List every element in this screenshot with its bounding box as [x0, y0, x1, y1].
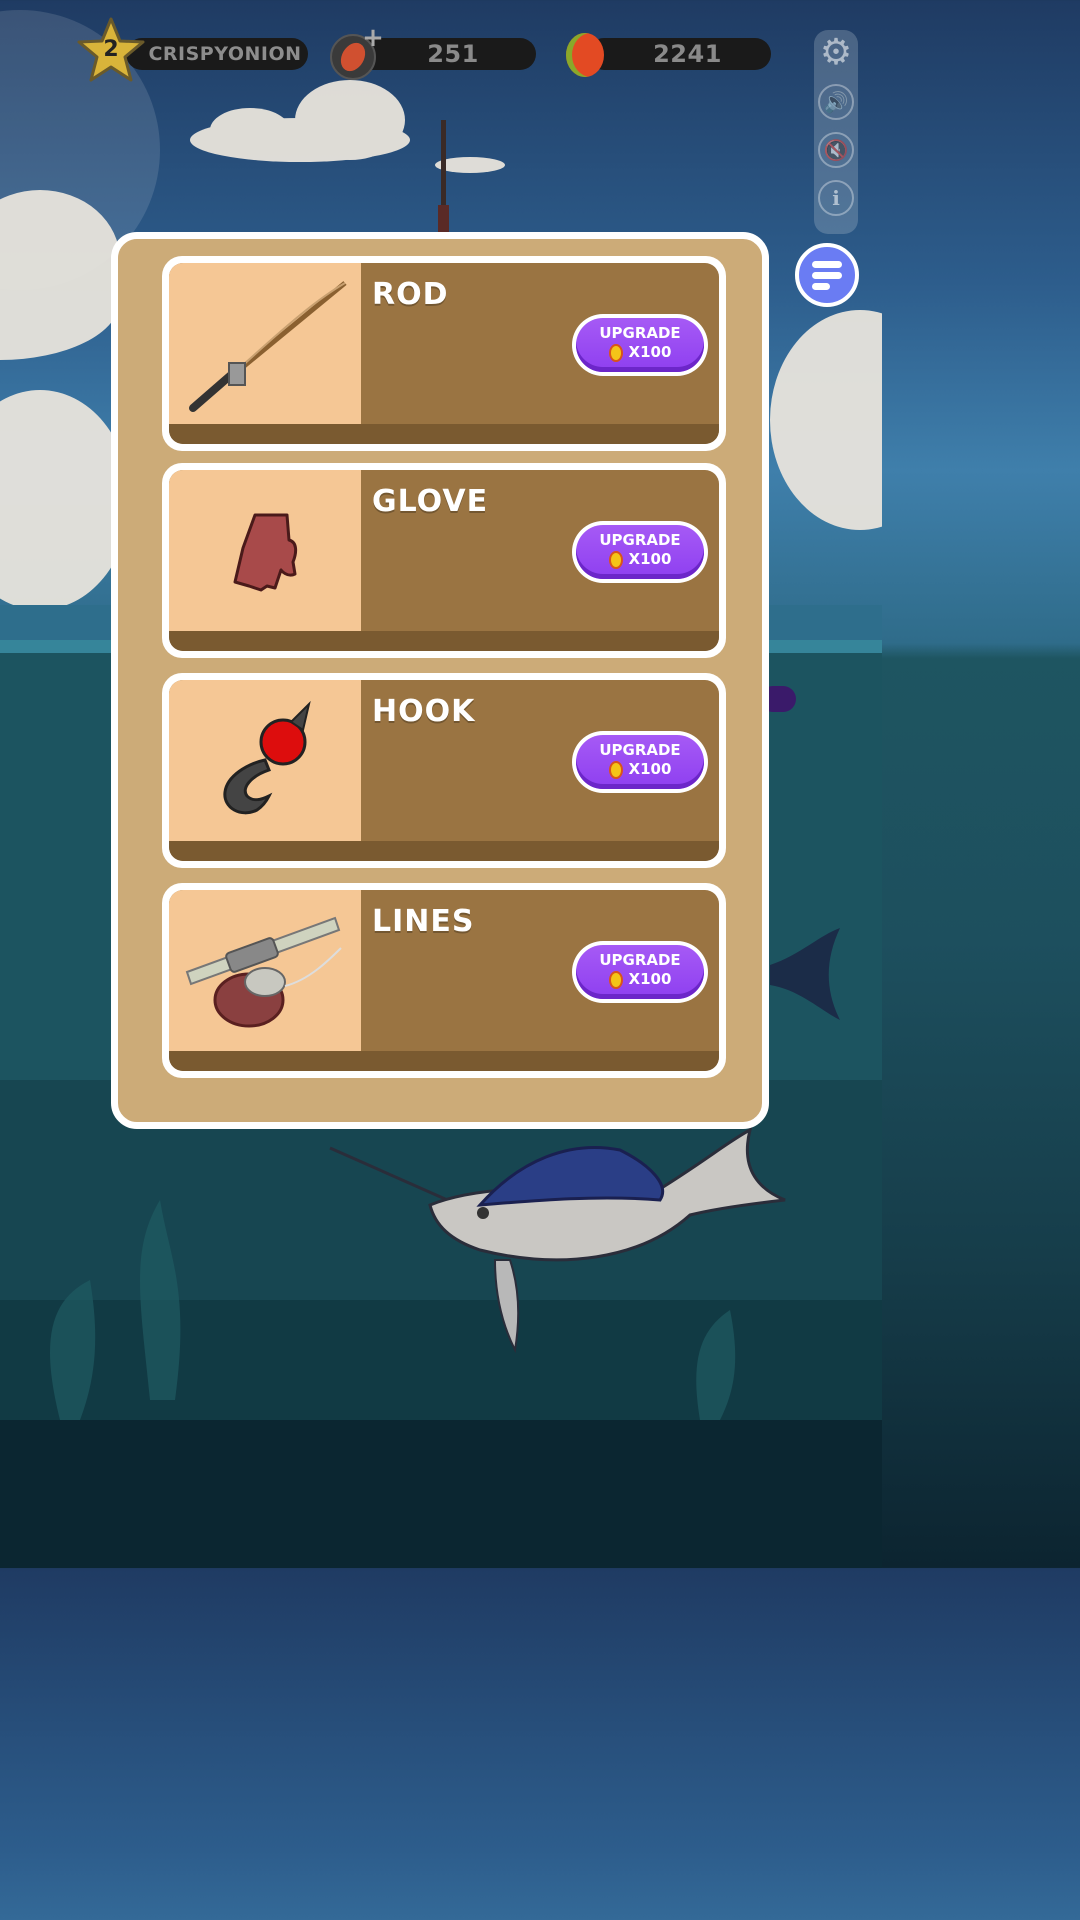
- item-title: LINES: [372, 904, 475, 939]
- upgrade-rod-button[interactable]: UPGRADE X100: [572, 314, 708, 376]
- coin-bar: 2241: [588, 38, 771, 70]
- username: CRISPYONION: [148, 43, 302, 65]
- coin-icon: [608, 760, 623, 779]
- upgrade-cost: X100: [628, 550, 672, 568]
- upgrade-hook-button[interactable]: UPGRADE X100: [572, 731, 708, 793]
- glove-image: [169, 470, 361, 631]
- upgrade-cost: X100: [628, 343, 672, 361]
- menu-icon: [812, 260, 842, 268]
- plus-icon[interactable]: +: [362, 25, 384, 51]
- item-title: GLOVE: [372, 484, 489, 519]
- settings-icon[interactable]: ⚙: [818, 32, 854, 73]
- rod-image: [169, 263, 361, 424]
- glove-icon: [233, 513, 298, 592]
- upgrade-label: UPGRADE: [599, 740, 681, 759]
- sound-icon[interactable]: 🔊: [818, 84, 854, 120]
- coin-icon: [566, 33, 604, 77]
- upgrade-card-hook: HOOK UPGRADE X100: [162, 673, 726, 868]
- upgrade-card-lines: LINES UPGRADE X100: [162, 883, 726, 1078]
- reel-icon: [185, 916, 342, 1028]
- mute-icon[interactable]: 🔇: [818, 132, 854, 168]
- coin-icon: [608, 550, 623, 569]
- bait-count: 251: [427, 40, 479, 68]
- upgrade-label: UPGRADE: [599, 950, 681, 969]
- hook-icon: [223, 700, 311, 815]
- upgrade-cost: X100: [628, 970, 672, 988]
- hook-image: [169, 680, 361, 841]
- upgrade-card-glove: GLOVE UPGRADE X100: [162, 463, 726, 658]
- level-number: 2: [103, 37, 119, 62]
- upgrade-glove-button[interactable]: UPGRADE X100: [572, 521, 708, 583]
- upgrade-label: UPGRADE: [599, 323, 681, 342]
- item-title: ROD: [372, 277, 449, 312]
- upgrade-lines-button[interactable]: UPGRADE X100: [572, 941, 708, 1003]
- upgrade-label: UPGRADE: [599, 530, 681, 549]
- coin-icon: [608, 343, 623, 362]
- lines-image: [169, 890, 361, 1051]
- fishing-rod-icon: [189, 281, 347, 412]
- item-title: HOOK: [372, 694, 476, 729]
- info-icon[interactable]: i: [818, 180, 854, 216]
- coin-icon: [608, 970, 623, 989]
- username-bar: CRISPYONION: [126, 38, 308, 70]
- coin-count: 2241: [653, 40, 722, 68]
- upgrade-card-rod: ROD UPGRADE X100: [162, 256, 726, 451]
- upgrade-cost: X100: [628, 760, 672, 778]
- menu-button[interactable]: [795, 243, 859, 307]
